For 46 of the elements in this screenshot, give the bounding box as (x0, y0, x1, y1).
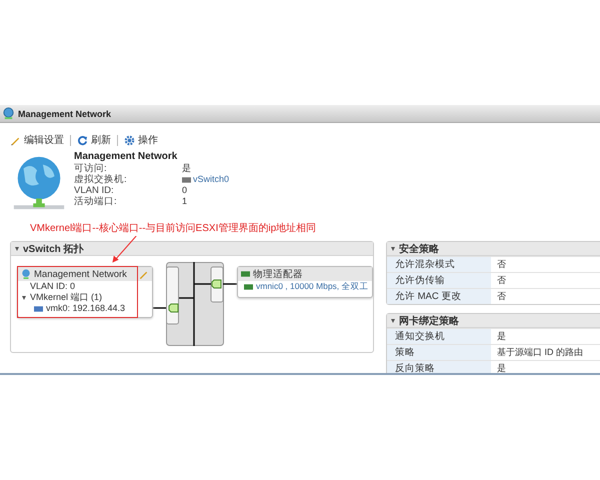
caret-icon[interactable] (15, 246, 19, 250)
adapter-title: 物理适配器 (253, 268, 304, 280)
field-label: 活动端口: (74, 196, 118, 207)
annotation-arrow (111, 236, 139, 264)
property-value: 否 (496, 290, 506, 303)
property-label: 允许 MAC 更改 (387, 289, 491, 304)
refresh-icon (77, 134, 88, 146)
field-label: 可访问: (74, 163, 108, 174)
switch-icon (182, 176, 191, 182)
adapter-icon (34, 306, 43, 312)
property-value: 是 (496, 330, 506, 343)
property-label: 允许混杂模式 (387, 257, 491, 272)
field-value: 是 (182, 163, 191, 174)
caret-icon[interactable] (391, 318, 395, 322)
property-value: 否 (496, 274, 506, 287)
caret-icon[interactable] (22, 296, 26, 300)
toolbar-button[interactable]: 编辑设置 (10, 133, 64, 147)
property-value: 否 (496, 258, 506, 271)
toolbar-button[interactable]: 操作 (124, 133, 158, 147)
annotation-text: VMkernel端口--核心端口--与目前访问ESXI管理界面的ip地址相同 (30, 222, 318, 235)
property-label: 反向策略 (387, 361, 491, 373)
panel-title: vSwitch 拓扑 (23, 242, 84, 256)
adapter-item: vmnic0 , 10000 Mbps, 全双工 (256, 281, 369, 292)
port-group-name: Management Network (34, 268, 128, 280)
network-name: Management Network (74, 151, 178, 162)
property-label: 通知交换机 (387, 329, 491, 344)
property-label: 允许伪传输 (387, 273, 491, 288)
globe-icon (2, 107, 15, 120)
vmkernel-port: vmk0: 192.168.44.3 (46, 303, 126, 314)
field-label: VLAN ID: (74, 185, 115, 196)
caret-icon[interactable] (391, 246, 395, 250)
property-label: 策略 (387, 345, 491, 360)
port-group-label: VMkernel 端口 (1) (30, 292, 102, 303)
globe-icon (21, 269, 31, 279)
vlan-id-text: VLAN ID: 0 (29, 281, 76, 292)
gear-icon (124, 134, 135, 146)
field-label: 虚拟交换机: (74, 174, 128, 185)
toolbar-button[interactable]: 刷新 (77, 133, 111, 147)
property-value: 基于源端口 ID 的路由 (496, 346, 584, 359)
field-value: 1 (182, 196, 188, 207)
panel-title: 安全策略 (399, 242, 439, 256)
field-value: 0 (182, 185, 188, 196)
property-value: 是 (496, 362, 506, 373)
switch-link[interactable]: vSwitch0 (193, 174, 230, 185)
panel-title: 网卡绑定策略 (399, 314, 459, 328)
window-title: Management Network (18, 108, 112, 118)
